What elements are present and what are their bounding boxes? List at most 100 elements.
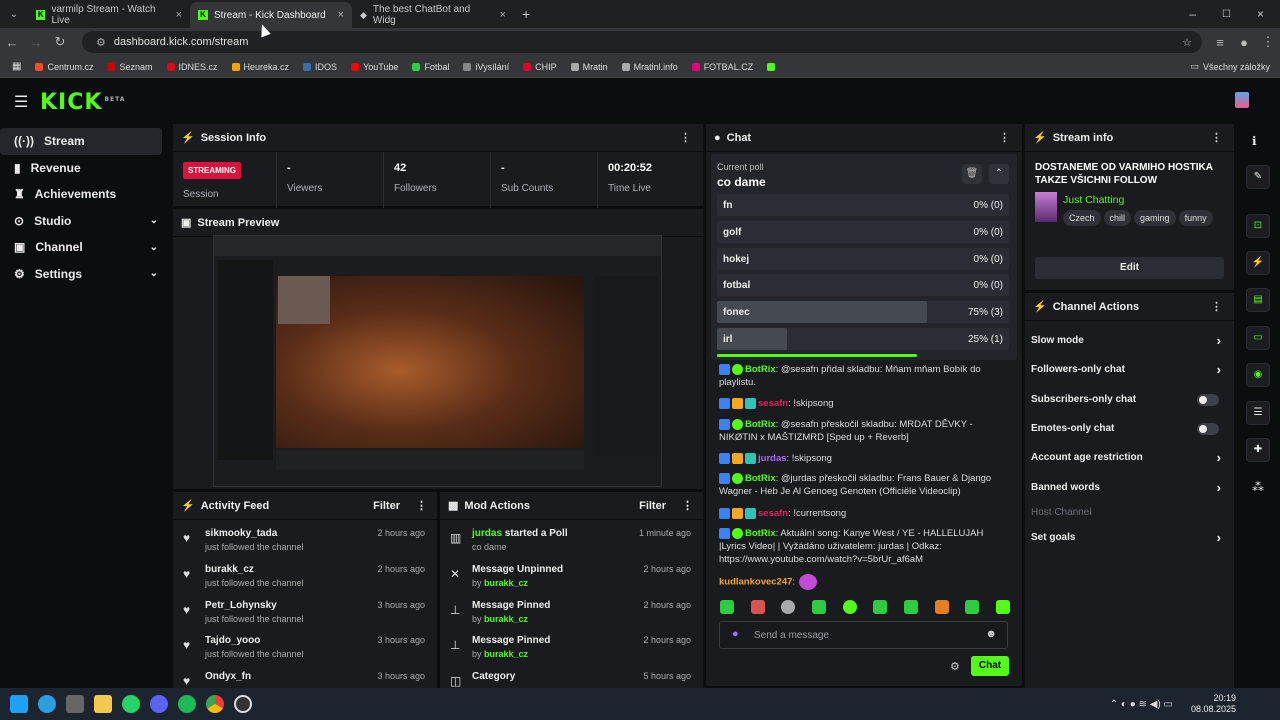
collapse-poll-button[interactable]: ⌃ [989, 164, 1009, 184]
more-menu-icon[interactable]: ⋮ [999, 131, 1010, 144]
emote-icon[interactable] [995, 600, 1010, 614]
layout-icon[interactable]: ☰ [1246, 401, 1270, 425]
category-link[interactable]: Just Chatting [1063, 194, 1124, 206]
info-icon[interactable]: ℹ [1252, 134, 1257, 148]
tag[interactable]: chill [1103, 210, 1132, 226]
chat-send-button[interactable]: Chat [971, 656, 1009, 676]
community-icon[interactable]: ⁂ [1252, 480, 1264, 494]
tab-chatbot[interactable]: ◆ The best ChatBot and Widg × [352, 2, 514, 28]
sidebar-item-stream[interactable]: ((·)) Stream [0, 128, 162, 155]
apps-icon[interactable]: ▦ [12, 61, 21, 72]
new-tab-icon[interactable]: + [522, 6, 530, 22]
emote-icon[interactable] [934, 600, 949, 614]
bookmark-item[interactable]: IDNES.cz [166, 62, 218, 72]
discord-icon[interactable] [150, 695, 168, 713]
more-menu-icon[interactable]: ⋮ [680, 131, 691, 144]
mod-user[interactable]: burakk_cz [484, 649, 528, 659]
user-avatar[interactable] [1235, 92, 1249, 108]
screenshot-icon[interactable]: ⊡ [1246, 214, 1270, 238]
emoji-icon[interactable]: ☻ [985, 628, 997, 640]
window-close-icon[interactable]: × [1257, 7, 1264, 21]
bookmark-item[interactable] [767, 62, 776, 71]
chat-username[interactable]: BotRix [745, 473, 776, 484]
bookmark-item[interactable]: Mratin [570, 62, 608, 72]
activity-user[interactable]: burakk_cz [205, 564, 254, 575]
mod-user[interactable]: burakk_cz [484, 614, 528, 624]
folder-icon[interactable] [94, 695, 112, 713]
poll-option[interactable]: irl 25% (1) [717, 328, 1009, 350]
mod-user[interactable]: burakk_cz [484, 578, 528, 588]
tray-icons[interactable]: ⌃ ◐ ● ≋ ◀) ▭ [1110, 699, 1173, 710]
bookmark-item[interactable]: Mratinl.info [621, 62, 678, 72]
kick-logo[interactable]: KICK BETA [40, 90, 125, 115]
bookmark-item[interactable]: Fotbal [412, 62, 449, 72]
emote-icon[interactable] [781, 600, 796, 614]
microphone-icon[interactable]: ● [732, 628, 739, 640]
edge-icon[interactable] [38, 695, 56, 713]
broadcast-icon[interactable]: ◉ [1246, 363, 1270, 387]
chat-bubble-icon[interactable]: ▭ [1246, 326, 1270, 350]
tag[interactable]: Czech [1063, 210, 1101, 226]
maximize-icon[interactable]: ☐ [1222, 9, 1231, 20]
profile-icon[interactable]: ● [1232, 35, 1256, 50]
wrench-icon[interactable]: ✚ [1246, 438, 1270, 462]
minimize-icon[interactable]: – [1189, 7, 1196, 21]
tab-kick-dashboard[interactable]: K Stream - Kick Dashboard × [190, 2, 352, 28]
poll-option[interactable]: hokej 0% (0) [717, 247, 1009, 270]
tab-varmilp[interactable]: Kvarmilp Stream - Watch Live × [28, 2, 190, 28]
emote-icon[interactable] [903, 600, 918, 614]
close-icon[interactable]: × [176, 9, 182, 21]
poll-option[interactable]: golf 0% (0) [717, 220, 1009, 243]
forward-icon[interactable]: → [24, 35, 48, 50]
hamburger-icon[interactable]: ☰ [14, 92, 28, 112]
bookmark-item[interactable]: FOTBAL.CZ [691, 62, 753, 72]
chat-input[interactable]: ● Send a message ☻ [719, 621, 1008, 649]
calculator-icon[interactable] [66, 695, 84, 713]
more-menu-icon[interactable]: ⋮ [1211, 131, 1222, 144]
poll-option[interactable]: fn 0% (0) [717, 194, 1009, 216]
bookmark-item[interactable]: CHIP [523, 62, 557, 72]
tab-search-icon[interactable]: ⌄ [0, 9, 28, 20]
emote-icon[interactable] [965, 600, 980, 614]
extensions-icon[interactable]: ≡ [1208, 35, 1232, 50]
poll-option[interactable]: fotbal 0% (0) [717, 274, 1009, 297]
set-goals-item[interactable]: Set goals › [1031, 523, 1221, 552]
activity-user[interactable]: Ondyx_fn [205, 671, 251, 682]
sidebar-item-settings[interactable]: ⚙ Settings ⌄ [0, 261, 170, 288]
account-age-item[interactable]: Account age restriction › [1031, 443, 1221, 472]
sidebar-item-channel[interactable]: ▣ Channel ⌄ [0, 234, 170, 261]
sidebar-item-studio[interactable]: ⊙ Studio ⌄ [0, 208, 170, 235]
filter-button[interactable]: Filter [639, 500, 666, 512]
tag[interactable]: funny [1178, 210, 1213, 226]
chat-username[interactable]: BotRix [745, 528, 776, 539]
more-menu-icon[interactable]: ⋮ [1256, 34, 1280, 50]
activity-user[interactable]: Petr_Lohynsky [205, 600, 277, 611]
emote-icon[interactable] [842, 600, 857, 614]
more-menu-icon[interactable]: ⋮ [1211, 300, 1222, 313]
all-bookmarks[interactable]: ▭ Všechny záložky [1190, 61, 1270, 72]
lightning-icon[interactable]: ⚡ [1246, 251, 1270, 275]
chat-settings-icon[interactable]: ⚙ [950, 660, 960, 673]
bookmark-item[interactable]: Heureka.cz [231, 62, 289, 72]
reload-icon[interactable]: ↻ [48, 34, 72, 50]
poll-option[interactable]: fonec 75% (3) [717, 301, 1009, 324]
bookmark-item[interactable]: iVysílání [463, 62, 509, 72]
obs-icon[interactable] [234, 695, 252, 713]
edit-button[interactable]: Edit [1035, 257, 1224, 279]
followers-only-item[interactable]: Followers-only chat › [1031, 355, 1221, 384]
stream-preview-video[interactable] [213, 235, 662, 487]
emote-icon[interactable] [720, 600, 734, 614]
sidebar-item-revenue[interactable]: ▮ Revenue [0, 155, 170, 182]
edit-pencil-icon[interactable]: ✎ [1246, 165, 1270, 189]
bookmark-item[interactable]: YouTube [351, 62, 398, 72]
close-icon[interactable]: × [338, 9, 344, 21]
activity-user[interactable]: Tajdo_yooo [205, 635, 260, 646]
spotify-icon[interactable] [178, 695, 196, 713]
sidebar-item-achievements[interactable]: ♜ Achievements [0, 181, 170, 208]
chrome-icon[interactable] [206, 695, 224, 713]
activity-user[interactable]: sikmooky_tada [205, 528, 277, 539]
slow-mode-item[interactable]: Slow mode › [1031, 326, 1221, 355]
more-menu-icon[interactable]: ⋮ [682, 499, 693, 512]
chat-username[interactable]: kudlankovec247 [719, 577, 792, 588]
chat-username[interactable]: jurdas [758, 453, 787, 464]
